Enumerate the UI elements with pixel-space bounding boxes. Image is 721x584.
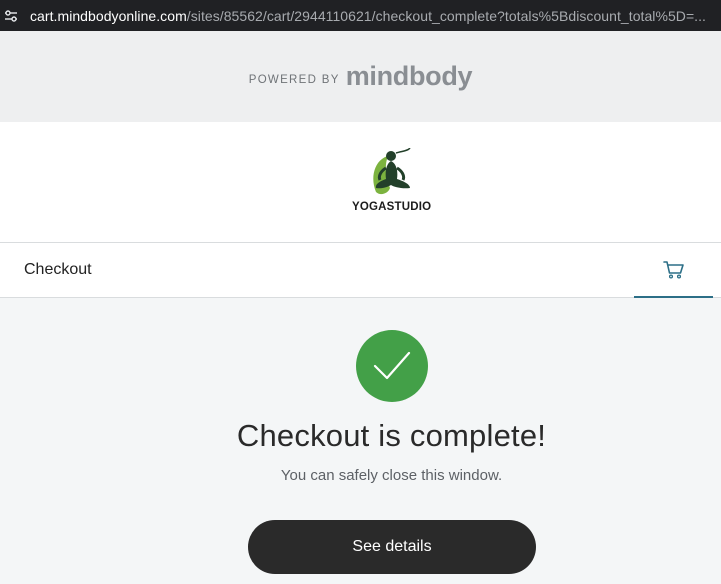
site-info-icon[interactable]: [0, 0, 22, 31]
check-icon: [373, 351, 411, 380]
powered-by-label: POWERED BY: [248, 74, 340, 86]
powered-by-banner: POWERED BY mindbody: [0, 31, 721, 122]
url-text[interactable]: cart.mindbodyonline.com/sites/85562/cart…: [30, 8, 706, 24]
studio-name: YOGASTUDIO: [352, 201, 432, 213]
cart-icon: [662, 260, 684, 279]
studio-logo-area: YOGASTUDIO: [0, 122, 721, 242]
browser-address-bar[interactable]: cart.mindbodyonline.com/sites/85562/cart…: [0, 0, 721, 31]
success-badge: [356, 330, 428, 402]
mindbody-logo: mindbody: [345, 61, 473, 91]
checkout-nav: Checkout: [0, 242, 721, 298]
yoga-studio-logo-icon: [373, 148, 411, 195]
url-path: /sites/85562/cart/2944110621/checkout_co…: [186, 7, 707, 24]
page-title: Checkout: [24, 261, 92, 278]
see-details-button[interactable]: See details: [248, 520, 536, 574]
confirmation-heading: Checkout is complete!: [236, 418, 547, 453]
confirmation-subtext: You can safely close this window.: [280, 467, 503, 484]
cart-tab[interactable]: [634, 243, 713, 298]
url-host: cart.mindbodyonline.com: [30, 7, 187, 24]
